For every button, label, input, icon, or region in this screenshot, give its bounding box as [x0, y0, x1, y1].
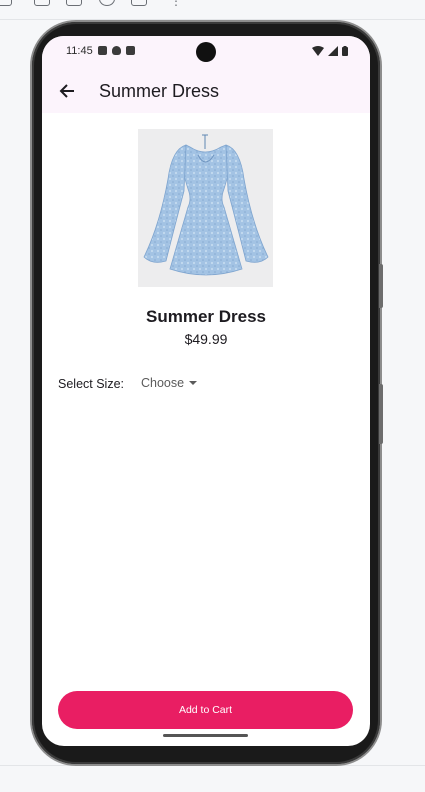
size-dropdown[interactable]: Choose — [141, 376, 198, 390]
size-label: Select Size: — [58, 377, 125, 391]
product-price: $49.99 — [184, 331, 228, 347]
video-icon[interactable] — [66, 0, 82, 6]
more-icon[interactable]: ⋮ — [170, 0, 182, 8]
add-to-cart-button[interactable]: Add to Cart — [58, 691, 353, 729]
product-image — [138, 129, 273, 287]
caret-down-icon — [189, 381, 198, 385]
power-button[interactable] — [379, 384, 383, 444]
shield-icon — [112, 46, 121, 55]
phone-screen: 11:45 Summer Dress Summer Dress $49.99 S… — [42, 36, 370, 746]
arrow-back-icon — [59, 84, 74, 98]
product-name: Summer Dress — [145, 307, 266, 326]
dress-image — [143, 134, 269, 276]
sd-card-icon — [126, 46, 135, 55]
system-icons — [312, 46, 348, 56]
notification-icons — [98, 46, 135, 55]
host-divider — [0, 765, 425, 766]
camera-icon[interactable] — [34, 0, 50, 6]
status-time: 11:45 — [66, 45, 93, 57]
toolbar-icon[interactable] — [0, 0, 12, 6]
clipboard-icon[interactable] — [131, 0, 147, 6]
page-title: Summer Dress — [99, 81, 220, 101]
info-icon[interactable] — [99, 0, 115, 6]
volume-up-button[interactable] — [379, 264, 383, 308]
status-bar: 11:45 — [42, 36, 370, 68]
notification-a-icon — [98, 46, 107, 55]
gesture-bar[interactable] — [163, 734, 248, 737]
host-toolbar: ⋮ — [0, 0, 425, 20]
back-button[interactable] — [54, 78, 80, 104]
size-dropdown-value: Choose — [141, 376, 185, 390]
signal-icon — [328, 46, 338, 56]
battery-icon — [342, 46, 348, 56]
app-bar: Summer Dress — [42, 68, 370, 113]
wifi-icon — [312, 46, 324, 56]
front-camera — [196, 42, 216, 62]
